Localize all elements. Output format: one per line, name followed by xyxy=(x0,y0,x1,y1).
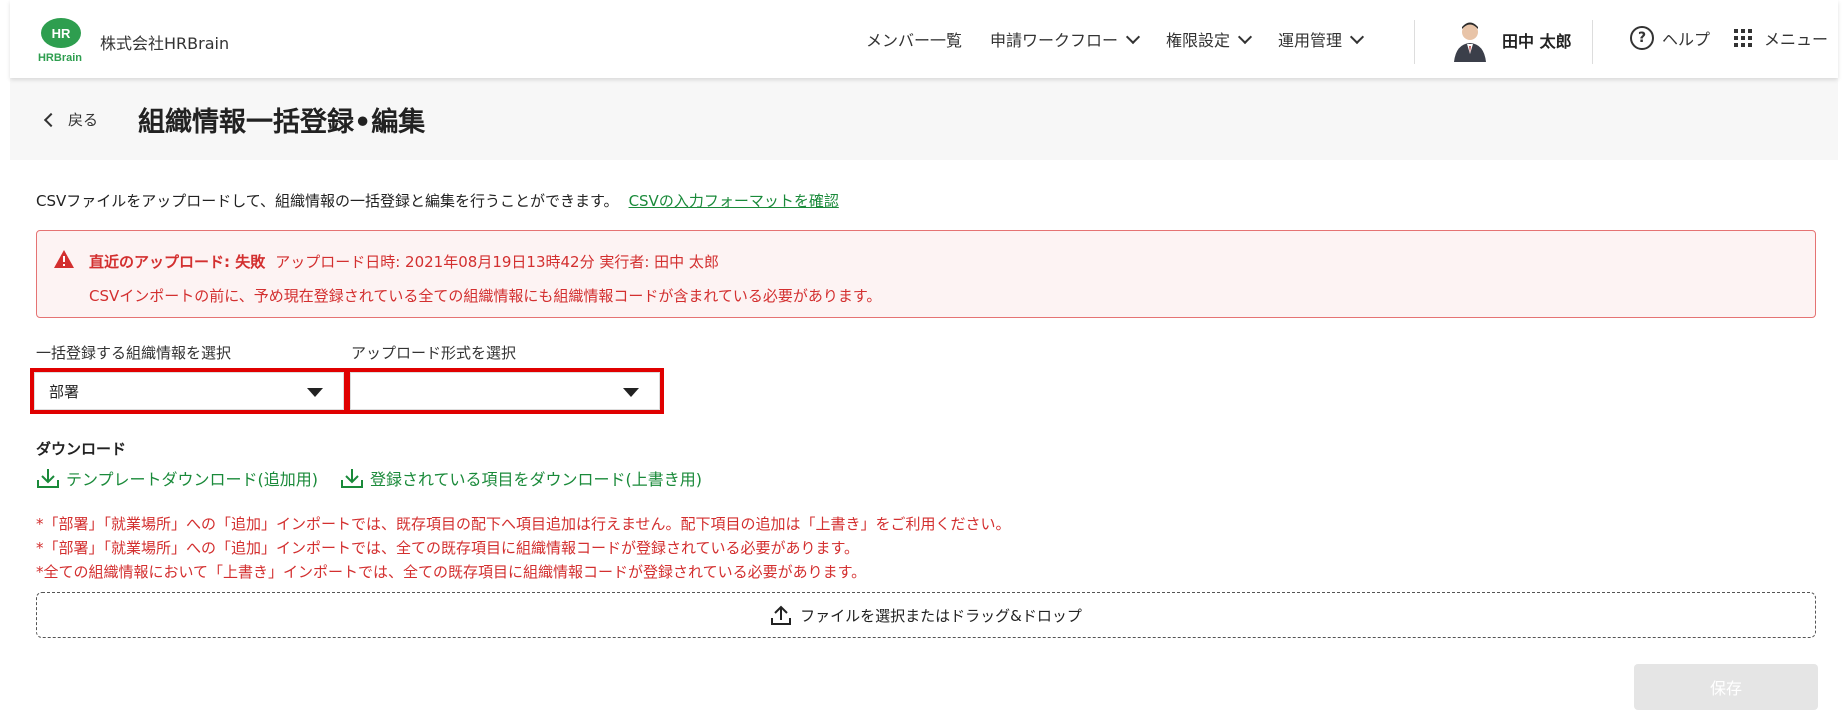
org-select-value: 部署 xyxy=(49,382,80,401)
org-select-highlight: 部署 xyxy=(30,368,348,414)
main-nav: メンバー一覧 申請ワークフロー 権限設定 運用管理 xyxy=(866,0,1390,78)
chevron-down-icon xyxy=(1125,29,1141,44)
template-download-link[interactable]: テンプレートダウンロード(追加用) xyxy=(36,466,318,490)
note-line: *「部署」「就業場所」への「追加」インポートでは、全ての既存項目に組織情報コード… xyxy=(36,539,860,557)
note-line: *全ての組織情報において「上書き」インポートでは、全ての既存項目に組織情報コード… xyxy=(36,563,867,581)
registered-download-link[interactable]: 登録されている項目をダウンロード(上書き用) xyxy=(340,466,702,490)
nav-permissions-label: 権限設定 xyxy=(1166,31,1231,50)
nav-operations[interactable]: 運用管理 xyxy=(1278,27,1365,51)
company-name: 株式会社HRBrain xyxy=(100,34,230,53)
help-label: ヘルプ xyxy=(1662,30,1711,49)
nav-workflow-label: 申請ワークフロー xyxy=(990,31,1119,50)
csv-format-link[interactable]: CSVの入力フォーマットを確認 xyxy=(629,192,839,210)
save-button[interactable]: 保存 xyxy=(1634,664,1818,710)
download-title: ダウンロード xyxy=(36,440,127,458)
svg-text:HRBrain: HRBrain xyxy=(38,52,82,64)
org-select-label: 一括登録する組織情報を選択 xyxy=(36,344,232,362)
page: HR HRBrain 株式会社HRBrain メンバー一覧 申請ワークフロー 権… xyxy=(0,0,1848,728)
hrbrain-logo[interactable]: HR HRBrain xyxy=(36,17,86,65)
grid-menu-icon xyxy=(1734,29,1752,47)
caret-down-icon xyxy=(623,388,639,397)
note-line: *「部署」「就業場所」への「追加」インポートでは、既存項目の配下へ項目追加は行え… xyxy=(36,515,1011,533)
caret-down-icon xyxy=(307,388,323,397)
alert-status: 直近のアップロード: 失敗 xyxy=(89,253,266,271)
dropzone-label: ファイルを選択またはドラッグ&ドロップ xyxy=(800,606,1082,625)
file-dropzone[interactable]: ファイルを選択またはドラッグ&ドロップ xyxy=(36,592,1816,638)
alert-message: CSVインポートの前に、予め現在登録されている全ての組織情報にも組織情報コードが… xyxy=(89,287,882,305)
header-divider xyxy=(1414,20,1415,64)
menu-label: メニュー xyxy=(1764,30,1829,49)
user-profile[interactable]: 田中 太郎 xyxy=(1450,18,1572,62)
menu-button[interactable]: メニュー xyxy=(1734,26,1828,50)
back-button[interactable]: 戻る xyxy=(43,109,99,130)
upload-icon xyxy=(771,605,792,625)
help-icon: ? xyxy=(1630,26,1654,50)
download-icon xyxy=(37,469,59,488)
nav-permissions[interactable]: 権限設定 xyxy=(1166,27,1253,51)
back-label: 戻る xyxy=(68,111,99,129)
header-divider xyxy=(1592,20,1593,64)
download-icon xyxy=(341,469,364,488)
warning-icon xyxy=(54,250,74,268)
help-button[interactable]: ? ヘルプ xyxy=(1630,26,1710,50)
import-notes: *「部署」「就業場所」への「追加」インポートでは、既存項目の配下へ項目追加は行え… xyxy=(36,512,1011,584)
description-text: CSVファイルをアップロードして、組織情報の一括登録と編集を行うことができます。 xyxy=(36,192,619,210)
registered-download-label: 登録されている項目をダウンロード(上書き用) xyxy=(370,470,703,489)
chevron-left-icon xyxy=(43,112,59,127)
page-title: 組織情報一括登録•編集 xyxy=(138,107,426,138)
alert-meta: アップロード日時: 2021年08月19日13時42分 実行者: 田中 太郎 xyxy=(275,253,719,271)
top-header: HR HRBrain 株式会社HRBrain メンバー一覧 申請ワークフロー 権… xyxy=(10,0,1838,78)
avatar xyxy=(1450,18,1490,62)
nav-member-list-label: メンバー一覧 xyxy=(866,31,963,50)
nav-workflow[interactable]: 申請ワークフロー xyxy=(990,27,1141,51)
format-select[interactable] xyxy=(350,372,660,410)
chevron-down-icon xyxy=(1349,29,1365,44)
alert-summary: 直近のアップロード: 失敗 アップロード日時: 2021年08月19日13時42分… xyxy=(89,251,719,272)
user-name: 田中 太郎 xyxy=(1502,32,1572,51)
download-links: テンプレートダウンロード(追加用) 登録されている項目をダウンロード(上書き用) xyxy=(36,466,724,490)
format-select-highlight xyxy=(346,368,664,414)
template-download-label: テンプレートダウンロード(追加用) xyxy=(66,470,319,489)
chevron-down-icon xyxy=(1237,29,1253,44)
nav-operations-label: 運用管理 xyxy=(1278,31,1343,50)
title-bar: 戻る 組織情報一括登録•編集 xyxy=(10,78,1838,160)
org-select[interactable]: 部署 xyxy=(34,372,344,410)
description: CSVファイルをアップロードして、組織情報の一括登録と編集を行うことができます。… xyxy=(36,190,839,211)
error-alert: 直近のアップロード: 失敗 アップロード日時: 2021年08月19日13時42分… xyxy=(36,230,1816,318)
format-select-label: アップロード形式を選択 xyxy=(351,344,517,362)
nav-member-list[interactable]: メンバー一覧 xyxy=(866,27,962,51)
svg-text:HR: HR xyxy=(52,26,71,41)
